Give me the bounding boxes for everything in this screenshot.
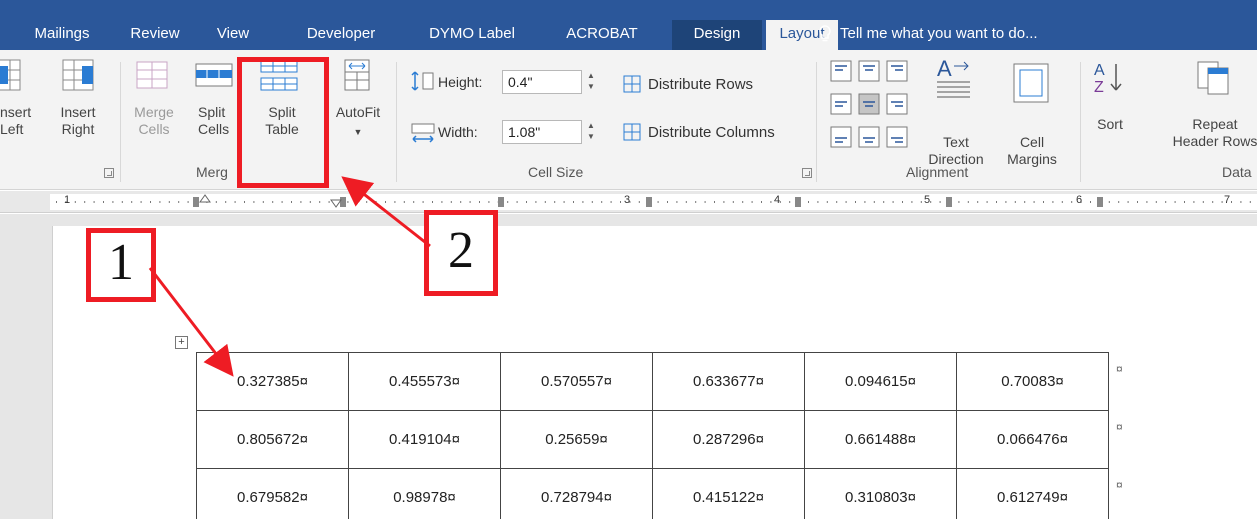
arrow-2 — [341, 176, 431, 248]
arrow-1 — [148, 267, 234, 377]
callout-arrows — [148, 176, 431, 377]
